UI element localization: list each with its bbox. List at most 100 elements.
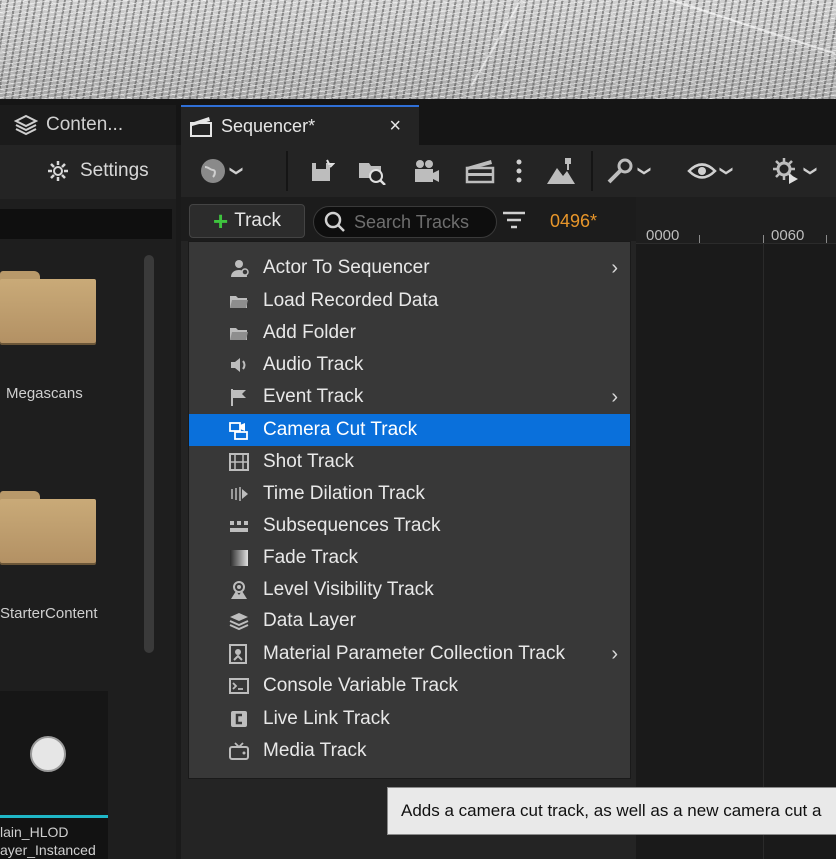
tab-label: Conten... (46, 114, 124, 135)
folder-megascans[interactable] (0, 271, 98, 343)
menu-item-live-link-track[interactable]: Live Link Track (189, 703, 630, 735)
render-movie-button[interactable] (465, 155, 495, 187)
menu-item-data-layer[interactable]: Data Layer (189, 605, 630, 637)
folder-label: StarterContent (0, 605, 98, 622)
tab-content-browser[interactable]: Conten... (0, 105, 176, 145)
asset-tile[interactable]: lain_HLOD ayer_Instanced (0, 691, 108, 859)
actor-icon (545, 156, 577, 186)
camera-cut-icon (229, 420, 249, 440)
menu-item-add-folder[interactable]: Add Folder (189, 317, 630, 349)
menu-item-actor-to-sequencer[interactable]: Actor To Sequencer › (189, 252, 630, 284)
time-dilation-icon (229, 484, 249, 504)
actor-icon (229, 258, 249, 278)
asset-thumbnail (0, 691, 108, 815)
menu-item-fade-track[interactable]: Fade Track (189, 542, 630, 574)
menu-item-subsequences-track[interactable]: Subsequences Track (189, 510, 630, 542)
ruler-tick (826, 235, 827, 243)
menu-item-label: Add Folder (263, 322, 356, 343)
menu-item-level-visibility-track[interactable]: Level Visibility Track (189, 574, 630, 606)
track-search-input[interactable] (352, 210, 496, 234)
fade-icon (229, 548, 249, 568)
folder-icon-body (0, 279, 96, 343)
level-viewport[interactable] (0, 0, 836, 99)
ruler-label: 0000 (646, 227, 680, 244)
menu-item-media-track[interactable]: Media Track (189, 735, 630, 767)
menu-item-label: Subsequences Track (263, 515, 441, 536)
chevron-down-icon: ❯ (803, 165, 819, 177)
console-icon (229, 676, 249, 696)
menu-item-camera-cut-track[interactable]: Camera Cut Track (189, 414, 630, 446)
add-track-button[interactable]: + Track (189, 204, 305, 238)
menu-item-audio-track[interactable]: Audio Track (189, 349, 630, 381)
material-icon (229, 644, 249, 664)
ruler-tick (763, 235, 764, 243)
find-asset-button[interactable] (357, 155, 387, 187)
menu-item-label: Console Variable Track (263, 675, 459, 696)
tab-sequencer[interactable]: Sequencer* × (181, 105, 419, 145)
tools-menu-button[interactable]: ❯ (605, 155, 652, 187)
track-search[interactable] (313, 206, 497, 238)
menu-item-console-variable-track[interactable]: Console Variable Track (189, 670, 630, 702)
save-button[interactable] (309, 155, 335, 187)
menu-item-material-parameter-collection-track[interactable]: Material Parameter Collection Track › (189, 638, 630, 670)
current-frame[interactable]: 0496* (550, 211, 597, 232)
menu-item-label: Audio Track (263, 354, 364, 375)
menu-item-label: Fade Track (263, 547, 359, 568)
asset-label-line2: ayer_Instanced (0, 842, 96, 858)
menu-item-label: Event Track (263, 386, 364, 407)
plus-icon: + (213, 206, 229, 236)
close-icon[interactable]: × (389, 115, 401, 138)
camera-icon (411, 157, 441, 185)
folder-icon-body (0, 499, 96, 563)
menu-item-shot-track[interactable]: Shot Track (189, 446, 630, 478)
menu-item-time-dilation-track[interactable]: Time Dilation Track (189, 478, 630, 510)
camera-button[interactable] (411, 155, 441, 187)
chevron-right-icon: › (611, 643, 618, 665)
menu-item-load-recorded-data[interactable]: Load Recorded Data (189, 285, 630, 317)
live-link-icon (229, 709, 249, 729)
film-strip-icon (229, 452, 249, 472)
time-ruler[interactable]: 0000 0060 (636, 197, 836, 244)
toolbar-divider (591, 151, 593, 191)
chevron-right-icon: › (611, 386, 618, 408)
view-options-button[interactable]: ❯ (687, 155, 735, 187)
add-track-label: Track (234, 210, 281, 231)
viewport-seam (470, 0, 522, 87)
ruler-label: 0060 (771, 227, 805, 244)
chevron-down-icon: ❯ (719, 165, 735, 177)
playback-options-button[interactable]: ❯ (771, 155, 819, 187)
timeline-area[interactable]: 0000 0060 (636, 197, 836, 859)
content-browser-panel: Settings Megascans StarterContent lain_H… (0, 145, 176, 859)
filter-icon[interactable] (501, 209, 527, 236)
timeline-gridline (763, 243, 764, 859)
tab-label: Sequencer* (221, 115, 316, 136)
folder-open-icon (229, 291, 249, 311)
clapper-icon (465, 157, 495, 185)
speaker-icon (229, 355, 249, 375)
layers-icon (229, 611, 249, 631)
menu-item-event-track[interactable]: Event Track › (189, 381, 630, 413)
menu-item-label: Shot Track (263, 451, 354, 472)
clapperboard-icon (189, 115, 213, 137)
ruler-tick (699, 235, 700, 243)
sequencer-toolbar: ❯ ❯ ❯ ❯ (181, 145, 836, 197)
scrollbar[interactable] (144, 255, 154, 653)
asset-label: lain_HLOD ayer_Instanced (0, 823, 96, 859)
folder-startercontent[interactable] (0, 491, 98, 563)
gear-play-icon (771, 156, 801, 186)
tv-icon (229, 741, 249, 761)
settings-button[interactable]: Settings (46, 159, 149, 183)
chevron-down-icon: ❯ (229, 165, 245, 177)
wrench-icon (605, 156, 635, 186)
more-icon (515, 158, 523, 184)
level-visibility-icon (229, 580, 249, 600)
more-options-button[interactable] (515, 155, 523, 187)
world-menu-button[interactable]: ❯ (199, 155, 245, 187)
content-browser-path-bar[interactable] (0, 209, 172, 239)
toolbar-divider (286, 151, 288, 191)
chevron-right-icon: › (611, 257, 618, 279)
tooltip: Adds a camera cut track, as well as a ne… (387, 787, 836, 835)
menu-item-label: Material Parameter Collection Track (263, 643, 565, 664)
asset-type-bar (0, 815, 108, 818)
actor-hierarchy-button[interactable] (545, 155, 577, 187)
